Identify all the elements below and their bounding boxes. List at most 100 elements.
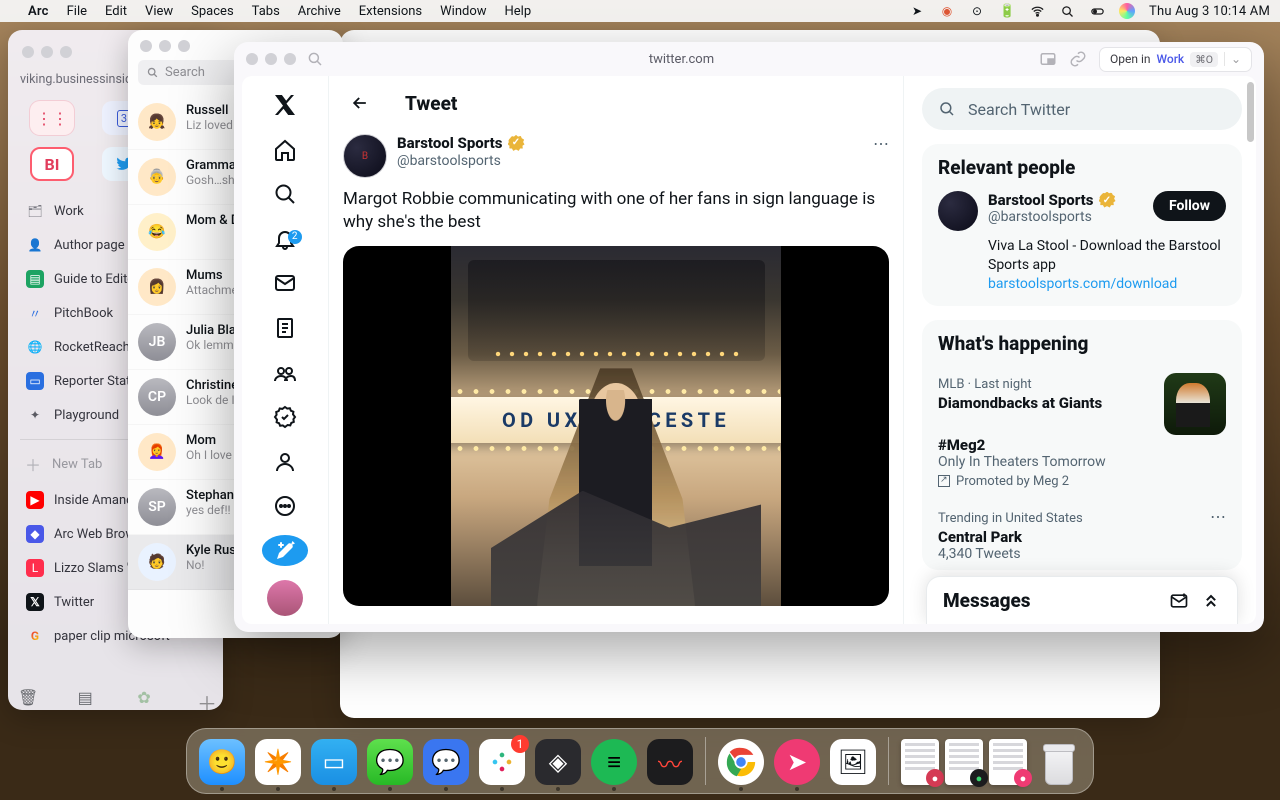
dock-arc[interactable]: ✴️: [255, 739, 301, 785]
menu-file[interactable]: File: [67, 4, 87, 19]
tweet-author-name[interactable]: Barstool Sports: [397, 134, 503, 153]
status-record-icon[interactable]: ◉: [939, 3, 955, 19]
relevant-handle[interactable]: @barstoolsports: [988, 209, 1143, 225]
tweet-author-handle[interactable]: @barstoolsports: [397, 153, 525, 171]
tweet-header-title: Tweet: [405, 92, 457, 115]
dock-doc-1: ●: [901, 739, 939, 785]
arc-main-traffic-lights[interactable]: [246, 53, 296, 65]
promoted-tag: Promoted by Meg 2: [938, 474, 1226, 489]
dock-pink-app[interactable]: ➤: [774, 739, 820, 785]
back-button[interactable]: [343, 86, 377, 120]
trend-more-button[interactable]: ⋯: [1210, 507, 1226, 526]
relevant-people-title: Relevant people: [938, 156, 1226, 179]
picture-in-picture-icon[interactable]: [1039, 50, 1057, 68]
share-link-icon[interactable]: [1069, 50, 1087, 68]
relevant-people-panel: Relevant people Barstool Sports @barstoo…: [922, 144, 1242, 306]
macos-menubar: Arc File Edit View Spaces Tabs Archive E…: [0, 0, 1280, 22]
expand-drawer-icon[interactable]: [1201, 591, 1221, 611]
status-battery-icon[interactable]: 🔋: [999, 3, 1015, 19]
dock-signal[interactable]: 💬: [423, 739, 469, 785]
menu-window[interactable]: Window: [440, 4, 486, 19]
whats-happening-panel: What's happening MLB · Last night Diamon…: [922, 320, 1242, 570]
status-play-icon[interactable]: ⊙: [969, 3, 985, 19]
dock-recent-documents[interactable]: ● ● ●: [901, 739, 1027, 785]
tweet-author-avatar[interactable]: B: [343, 134, 387, 178]
trend-central-park[interactable]: Trending in United States Central Park 4…: [938, 501, 1226, 566]
dock-slack[interactable]: 1: [479, 739, 525, 785]
status-bird-icon[interactable]: ➤: [909, 3, 925, 19]
menu-view[interactable]: View: [145, 4, 173, 19]
dock-photo-app[interactable]: 🖼: [830, 739, 876, 785]
dock-trash[interactable]: [1037, 737, 1081, 785]
slack-badge: 1: [511, 735, 529, 753]
leaf-icon[interactable]: ✿: [137, 688, 153, 704]
nav-home[interactable]: [262, 135, 308, 166]
library-icon[interactable]: ▤: [78, 688, 94, 704]
add-icon[interactable]: ＋: [197, 688, 213, 704]
tweet-more-button[interactable]: ⋯: [873, 134, 889, 153]
nav-profile[interactable]: [262, 446, 308, 477]
status-control-center-icon[interactable]: [1089, 3, 1105, 19]
relevant-avatar[interactable]: [938, 191, 978, 231]
menubar-app-name[interactable]: Arc: [28, 4, 49, 19]
follow-button[interactable]: Follow: [1153, 191, 1226, 221]
nav-explore[interactable]: [262, 179, 308, 210]
chevron-down-icon[interactable]: ⌄: [1224, 52, 1241, 66]
nav-more[interactable]: [262, 491, 308, 522]
nav-account-avatar[interactable]: [262, 580, 308, 616]
nav-notifications[interactable]: 2: [262, 224, 308, 255]
menubar-clock[interactable]: Thu Aug 3 10:14 AM: [1149, 4, 1270, 19]
twitter-search-input[interactable]: Search Twitter: [922, 88, 1242, 130]
status-search-icon[interactable]: [1059, 3, 1075, 19]
menu-edit[interactable]: Edit: [105, 4, 127, 19]
notifications-badge: 2: [288, 230, 302, 244]
tweet-container: B Barstool Sports @barstoolsports ⋯ Marg…: [329, 130, 903, 606]
new-message-icon[interactable]: [1169, 591, 1189, 611]
menu-tabs[interactable]: Tabs: [252, 4, 280, 19]
twitter-search-placeholder: Search Twitter: [968, 100, 1070, 119]
dock-diamond-app[interactable]: ◈: [535, 739, 581, 785]
relevant-link[interactable]: barstoolsports.com/download: [988, 276, 1177, 292]
menu-extensions[interactable]: Extensions: [359, 4, 422, 19]
nav-compose-tweet[interactable]: [262, 535, 308, 566]
dock-voice-memos[interactable]: 〰: [647, 739, 693, 785]
dock-spotify[interactable]: ≡: [591, 739, 637, 785]
twitter-surface: 2 Tweet B Barstool Sports @barstools: [242, 76, 1256, 624]
dock-finder[interactable]: 🙂: [199, 739, 245, 785]
whats-happening-title: What's happening: [938, 332, 1226, 355]
status-wifi-icon[interactable]: [1029, 3, 1045, 19]
status-siri-icon[interactable]: [1119, 3, 1135, 19]
verified-badge-icon: [1099, 192, 1116, 209]
x-logo[interactable]: [262, 90, 308, 121]
relevant-description: Viva La Stool - Download the Barstool Sp…: [938, 237, 1226, 294]
tweet-media-video[interactable]: OD UXE LEICESTE: [343, 246, 889, 606]
nav-communities[interactable]: [262, 357, 308, 388]
promoted-icon: [938, 475, 950, 487]
messages-search-placeholder: Search: [165, 65, 205, 80]
open-in-work-button[interactable]: Open in Work ⌘O ⌄: [1099, 47, 1252, 72]
menu-spaces[interactable]: Spaces: [191, 4, 234, 19]
twitter-right-column: Search Twitter Relevant people Barstool …: [904, 76, 1256, 624]
menu-help[interactable]: Help: [505, 4, 532, 19]
menu-archive[interactable]: Archive: [298, 4, 341, 19]
dock-bitwarden[interactable]: ▭: [311, 739, 357, 785]
nav-verified[interactable]: [262, 402, 308, 433]
space-pin-1[interactable]: ⋮⋮: [30, 101, 74, 135]
dock-messages[interactable]: 💬: [367, 739, 413, 785]
trend-mlb[interactable]: MLB · Last night Diamondbacks at Giants: [938, 367, 1226, 424]
address-search-icon[interactable]: [306, 50, 324, 68]
nav-messages[interactable]: [262, 268, 308, 299]
relevant-name[interactable]: Barstool Sports: [988, 191, 1094, 209]
space-pin-3[interactable]: BI: [30, 147, 74, 181]
dock-chrome[interactable]: [718, 739, 764, 785]
arc-sidebar-bottom-bar: 🗑 ▤ ✿ ＋: [18, 688, 213, 704]
trend-meg2[interactable]: #Meg2 Only In Theaters Tomorrow Promoted…: [938, 424, 1226, 501]
archive-icon[interactable]: 🗑: [18, 688, 34, 704]
messages-drawer-title: Messages: [943, 589, 1157, 612]
arc-url-display[interactable]: twitter.com: [334, 52, 1029, 67]
status-area: ➤ ◉ ⊙ 🔋 Thu Aug 3 10:14 AM: [909, 3, 1270, 19]
nav-lists[interactable]: [262, 313, 308, 344]
messages-drawer[interactable]: Messages: [926, 576, 1238, 624]
tweet-text: Margot Robbie communicating with one of …: [343, 178, 889, 246]
arc-main-titlebar: twitter.com Open in Work ⌘O ⌄: [234, 42, 1264, 76]
